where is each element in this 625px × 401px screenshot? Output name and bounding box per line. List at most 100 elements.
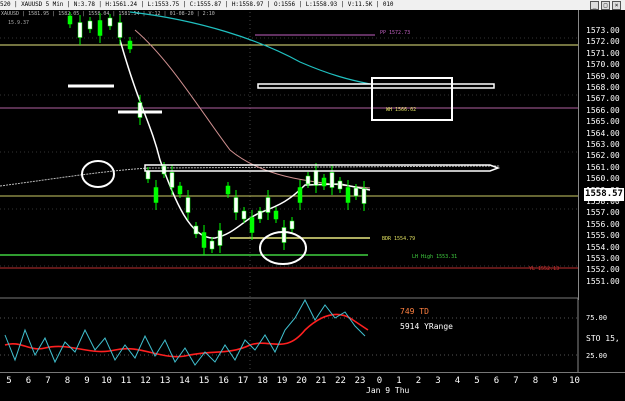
time-tick-label: 16 — [218, 376, 229, 386]
candle — [169, 172, 175, 188]
time-tick-label: 11 — [120, 376, 132, 386]
price-tick-label: 1552.00 — [586, 265, 620, 275]
candle — [107, 17, 113, 27]
candle — [161, 165, 167, 175]
time-tick-label: 18 — [257, 376, 268, 386]
bdr-level-label: BDR 1554.79 — [382, 236, 416, 242]
time-tick-label: 2 — [415, 376, 422, 386]
candle — [225, 185, 231, 195]
candle — [233, 197, 239, 213]
lh-level-label: LH High 1553.31 — [412, 254, 458, 260]
candle — [217, 230, 223, 246]
time-tick-label: 19 — [276, 376, 288, 386]
chart-window: 520 | XAUUSD 5 Min | N:3.78 | H:1561.24 … — [0, 0, 625, 401]
time-tick-label: 6 — [493, 376, 500, 386]
price-tick-label: 1564.00 — [586, 128, 620, 138]
candle — [353, 187, 359, 197]
candle — [185, 197, 191, 213]
time-tick-label: 14 — [179, 376, 190, 386]
candle — [289, 220, 295, 230]
time-tick-label: 20 — [296, 376, 307, 386]
price-tick-label: 1554.00 — [586, 242, 620, 252]
yl-level-label: YL 1552.13 — [529, 266, 560, 272]
candle — [361, 188, 367, 204]
candle — [117, 22, 123, 38]
time-tick-label: 5 — [6, 376, 12, 386]
candle — [249, 217, 255, 233]
day-label: Jan 9 Thu — [366, 386, 410, 395]
time-tick-label: 13 — [159, 376, 171, 386]
candle — [137, 102, 143, 118]
time-tick-label: 7 — [45, 376, 51, 386]
price-tick-label: 1556.00 — [586, 219, 620, 229]
osc-lower-level: 25.00 — [586, 352, 608, 360]
time-tick-label: 22 — [335, 376, 346, 386]
candle — [257, 210, 263, 220]
candle — [77, 22, 83, 38]
candle — [87, 20, 93, 30]
candle — [345, 187, 351, 203]
time-tick-label: 4 — [454, 376, 461, 386]
candle — [321, 177, 327, 187]
price-tick-label: 1565.00 — [586, 117, 620, 127]
time-tick-label: 10 — [101, 376, 112, 386]
time-tick-label: 23 — [354, 376, 366, 386]
time-tick-label: 7 — [513, 376, 519, 386]
time-tick-label: 21 — [315, 376, 327, 386]
time-tick-label: 8 — [532, 376, 539, 386]
price-tick-label: 1563.00 — [586, 140, 620, 149]
time-tick-label: 5 — [474, 376, 480, 386]
osc-indicator-name: STO 15, — [586, 334, 620, 343]
candle — [209, 240, 215, 250]
price-tick-label: 1571.00 — [586, 48, 620, 58]
wh-level-label: WH 1566.02 — [386, 107, 417, 113]
candle — [193, 225, 199, 235]
time-tick-label: 12 — [140, 376, 151, 386]
price-tick-label: 1573.00 — [586, 26, 620, 35]
yrange-label: 5914 YRange — [400, 322, 453, 331]
time-tick-label: 15 — [198, 376, 210, 386]
price-tick-label: 1566.00 — [586, 105, 620, 115]
candle — [201, 232, 207, 248]
osc-upper-level: 75.00 — [586, 314, 608, 322]
time-tick-label: 0 — [376, 376, 383, 386]
price-tick-label: 1551.00 — [586, 276, 620, 286]
current-price-marker: 1558.57 — [584, 188, 624, 201]
ma-white — [119, 39, 371, 239]
time-tick-label: 8 — [64, 376, 71, 386]
time-tick-label: 10 — [569, 376, 580, 386]
candle — [127, 40, 133, 50]
candle — [329, 172, 335, 188]
price-chart[interactable] — [0, 0, 625, 400]
td-label: 749 TD — [400, 307, 429, 316]
time-tick-label: 17 — [237, 376, 249, 386]
time-tick-label: 9 — [84, 376, 90, 386]
price-tick-label: 1560.00 — [586, 174, 620, 184]
candle — [67, 15, 73, 25]
candle — [265, 197, 271, 213]
time-tick-label: 1 — [396, 376, 402, 386]
candle — [241, 210, 247, 220]
candle — [97, 20, 103, 36]
price-tick-label: 1572.00 — [586, 37, 620, 47]
price-tick-label: 1567.00 — [586, 94, 620, 104]
price-tick-label: 1561.00 — [586, 162, 620, 172]
time-tick-label: 6 — [25, 376, 32, 386]
candle — [177, 185, 183, 195]
candle — [337, 180, 343, 190]
price-tick-label: 1570.00 — [586, 60, 620, 70]
candle — [273, 210, 279, 220]
price-tick-label: 1568.00 — [586, 83, 620, 92]
price-tick-label: 1557.00 — [586, 208, 620, 218]
price-tick-label: 1562.00 — [586, 151, 620, 161]
candle — [145, 170, 151, 180]
candle — [153, 187, 159, 203]
candle — [297, 187, 303, 203]
candle — [313, 170, 319, 186]
resistance-box — [257, 83, 495, 89]
candle — [305, 175, 311, 185]
price-tick-label: 1569.00 — [586, 71, 620, 81]
price-tick-label: 1555.00 — [586, 231, 620, 241]
price-tick-label: 1553.00 — [586, 254, 620, 263]
time-tick-label: 3 — [435, 376, 441, 386]
